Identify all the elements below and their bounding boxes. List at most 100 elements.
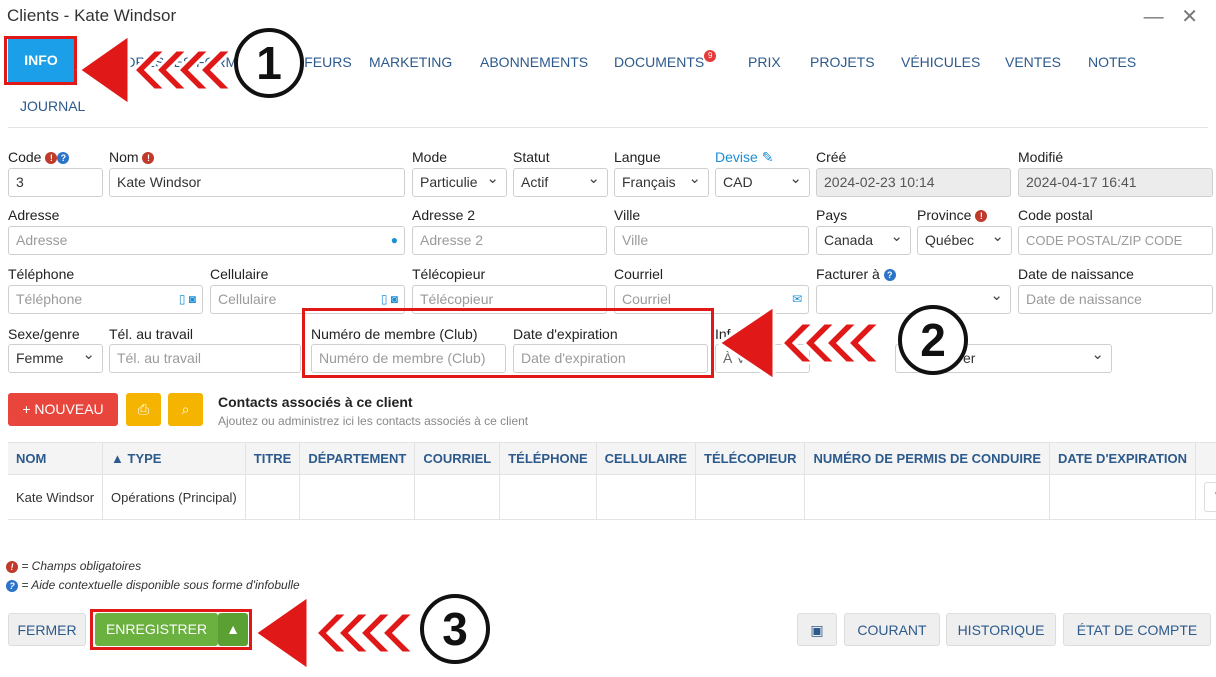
cell-departement <box>299 474 416 520</box>
print-icon: ⎙ <box>137 401 150 417</box>
help-icon[interactable]: ? <box>883 269 896 282</box>
adresse2-field[interactable]: Adresse 2 <box>412 226 607 255</box>
sexe-label: Sexe/genre <box>8 326 80 342</box>
col-telecopieur[interactable]: TÉLÉCOPIEUR <box>695 442 806 475</box>
col-type[interactable]: ▲ TYPE <box>102 442 246 475</box>
langue-label: Langue <box>614 149 661 165</box>
ville-label: Ville <box>614 207 641 223</box>
adresse-label: Adresse <box>8 207 60 223</box>
telephone-label: Téléphone <box>8 266 75 282</box>
close-button[interactable]: FERMER <box>8 613 86 646</box>
tel-travail-label: Tél. au travail <box>109 326 194 342</box>
contacts-title: Contacts associés à ce client <box>218 394 413 410</box>
money-icon: ▣ <box>810 622 824 638</box>
cree-label: Créé <box>816 149 847 165</box>
search-button[interactable]: ⌕ <box>168 393 203 426</box>
code-field[interactable]: 3 <box>8 168 103 197</box>
statut-label: Statut <box>513 149 550 165</box>
naissance-label: Date de naissance <box>1018 266 1134 282</box>
code-postal-field[interactable]: CODE POSTAL/ZIP CODE <box>1018 226 1213 255</box>
col-telephone[interactable]: TÉLÉPHONE <box>499 442 597 475</box>
callout-arrow-2 <box>716 303 884 383</box>
tab-ventes[interactable]: VENTES <box>1005 54 1061 70</box>
telephone-field[interactable]: Téléphone ▯ ◙ <box>8 285 203 314</box>
col-nom[interactable]: NOM <box>8 442 104 475</box>
cellulaire-label: Cellulaire <box>210 266 269 282</box>
tab-notes[interactable]: NOTES <box>1088 54 1136 70</box>
adresse2-label: Adresse 2 <box>412 207 476 223</box>
table-row[interactable]: Kate Windsor Opérations (Principal) 🗑 <box>8 474 1216 520</box>
tab-abonnements[interactable]: ABONNEMENTS <box>480 54 588 70</box>
langue-select[interactable]: Français <box>614 168 709 197</box>
nom-field[interactable]: Kate Windsor <box>109 168 405 197</box>
contacts-subtitle: Ajoutez ou administrez ici les contacts … <box>218 414 529 428</box>
globe-icon[interactable]: ● <box>391 227 398 254</box>
province-select[interactable]: Québec <box>917 226 1012 255</box>
required-icon: ! <box>6 560 18 573</box>
search-icon: ⌕ <box>181 401 190 417</box>
ville-field[interactable]: Ville <box>614 226 809 255</box>
cell-courriel <box>414 474 501 520</box>
code-label: Code !? <box>8 149 70 165</box>
legend-required: ! = Champs obligatoires <box>6 559 141 573</box>
required-icon: ! <box>975 210 988 223</box>
devise-label[interactable]: Devise ✎ <box>715 149 773 166</box>
cell-cellulaire <box>596 474 697 520</box>
etat-compte-button[interactable]: ÉTAT DE COMPTE <box>1063 613 1211 646</box>
province-label: Province ! <box>917 207 988 223</box>
new-contact-button[interactable]: + NOUVEAU <box>8 393 118 426</box>
historique-button[interactable]: HISTORIQUE <box>946 613 1056 646</box>
courant-button[interactable]: COURANT <box>844 613 940 646</box>
col-cellulaire[interactable]: CELLULAIRE <box>596 442 697 475</box>
mode-select[interactable]: Particulie <box>412 168 507 197</box>
required-icon: ! <box>142 152 155 165</box>
col-departement[interactable]: DÉPARTEMENT <box>299 442 416 475</box>
sexe-select[interactable]: Femme <box>8 344 103 373</box>
facturer-label: Facturer à ? <box>816 266 896 282</box>
col-courriel[interactable]: COURRIEL <box>414 442 501 475</box>
col-actions <box>1195 442 1216 475</box>
tab-projets[interactable]: PROJETS <box>810 54 875 70</box>
statut-select[interactable]: Actif <box>513 168 608 197</box>
callout-arrow-3 <box>252 593 418 673</box>
col-permis[interactable]: NUMÉRO DE PERMIS DE CONDUIRE <box>804 442 1051 475</box>
callout-arrow-1 <box>76 32 236 108</box>
pays-label: Pays <box>816 207 848 223</box>
pays-select[interactable]: Canada <box>816 226 911 255</box>
devise-select[interactable]: CAD <box>715 168 810 197</box>
cell-titre <box>245 474 301 520</box>
help-icon[interactable]: ? <box>57 152 70 165</box>
help-icon: ? <box>6 579 18 592</box>
naissance-field[interactable]: Date de naissance <box>1018 285 1213 314</box>
trash-icon[interactable]: 🗑 <box>1204 482 1216 512</box>
tel-travail-field[interactable]: Tél. au travail <box>109 344 301 373</box>
cell-expiration <box>1049 474 1197 520</box>
cell-nom: Kate Windsor <box>8 474 104 520</box>
adresse-field[interactable]: Adresse ● <box>8 226 405 255</box>
tab-vehicules[interactable]: VÉHICULES <box>901 54 980 70</box>
callout-1: 1 <box>234 28 304 98</box>
documents-count-badge: 9 <box>704 50 717 62</box>
col-titre[interactable]: TITRE <box>245 442 301 475</box>
callout-3: 3 <box>420 594 490 664</box>
modifie-field: 2024-04-17 16:41 <box>1018 168 1213 197</box>
window-controls[interactable]: — ✕ <box>1144 4 1204 29</box>
highlight-membre <box>302 308 714 378</box>
mode-label: Mode <box>412 149 448 165</box>
cell-actions: 🗑 <box>1195 474 1216 520</box>
cash-button[interactable]: ▣ <box>797 613 837 646</box>
tab-marketing[interactable]: MARKETING <box>369 54 452 70</box>
tab-documents[interactable]: DOCUMENTS 9 <box>614 50 717 70</box>
edit-icon[interactable]: ✎ <box>762 149 774 165</box>
phone-icon[interactable]: ▯ ◙ <box>179 286 196 313</box>
print-button[interactable]: ⎙ <box>126 393 161 426</box>
contacts-table: NOM ▲ TYPE TITRE DÉPARTEMENT COURRIEL TÉ… <box>8 442 1216 520</box>
col-expiration[interactable]: DATE D'EXPIRATION <box>1049 442 1197 475</box>
cell-permis <box>804 474 1051 520</box>
cree-field: 2024-02-23 10:14 <box>816 168 1011 197</box>
modifie-label: Modifié <box>1018 149 1064 165</box>
nom-label: Nom ! <box>109 149 155 165</box>
required-icon: ! <box>45 152 58 165</box>
tab-prix[interactable]: PRIX <box>748 54 781 70</box>
cell-telecopieur <box>695 474 806 520</box>
